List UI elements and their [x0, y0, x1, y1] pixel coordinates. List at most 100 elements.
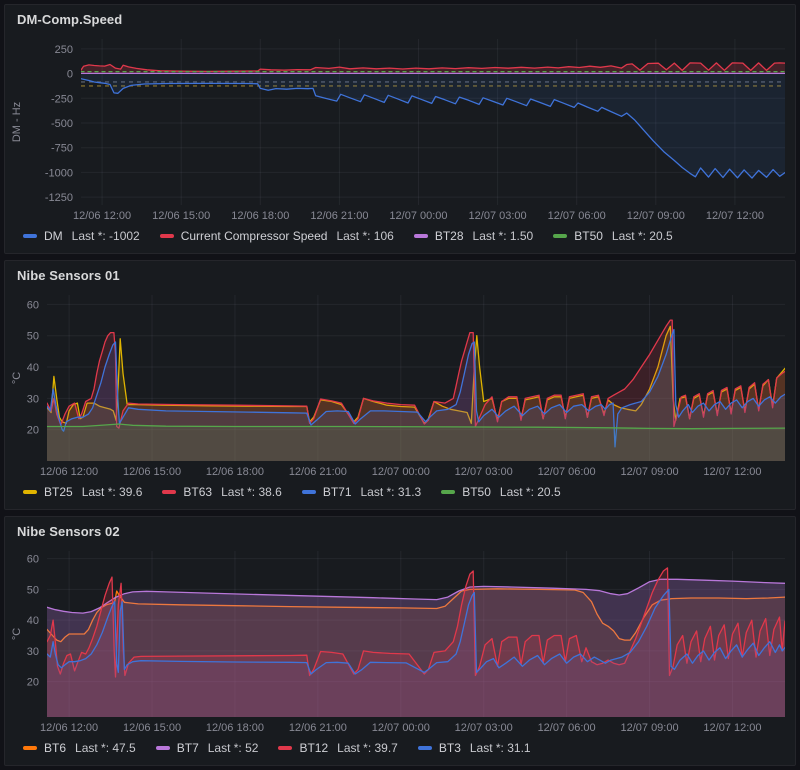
- panel-header: DM-Comp.Speed: [5, 5, 795, 33]
- y-tick-label: 40: [27, 362, 39, 374]
- y-tick-label: -250: [51, 93, 73, 105]
- x-tick-label: 12/06 18:00: [206, 722, 264, 734]
- panel-title[interactable]: Nibe Sensors 02: [17, 524, 120, 539]
- x-tick-label: 12/07 00:00: [372, 466, 430, 478]
- panel-header: Nibe Sensors 02: [5, 517, 795, 545]
- legend-item-bt25[interactable]: BT25 Last *: 39.6: [23, 485, 142, 499]
- legend-series-name: BT50: [574, 229, 603, 243]
- legend-series-value: Last *: 47.5: [75, 741, 136, 755]
- legend-series-swatch: [301, 490, 316, 494]
- y-tick-label: -750: [51, 143, 73, 155]
- dm-comp-speed-chart[interactable]: 250 0 -250 -500 -750 -1000 -125012/06 12:00 12/…: [9, 33, 791, 223]
- legend-item-bt71[interactable]: BT71 Last *: 31.3: [301, 485, 422, 499]
- y-axis-label: °C: [11, 372, 23, 384]
- legend-item-bt28[interactable]: BT28 Last *: 1.50: [413, 229, 534, 243]
- nibe-sensors-02-chart[interactable]: 60 50 40 30 20 12/06 12:00 12/06 15:00 12/06 18…: [9, 545, 791, 735]
- x-tick-label: 12/07 12:00: [706, 210, 764, 222]
- x-tick-label: 12/07 03:00: [469, 210, 527, 222]
- x-tick-label: 12/06 15:00: [123, 466, 181, 478]
- legend-series-value: Last *: 39.6: [81, 485, 143, 499]
- y-tick-label: 250: [55, 44, 73, 56]
- y-tick-label: 20: [27, 425, 39, 437]
- legend-series-name: BT63: [183, 485, 213, 499]
- x-tick-label: 12/07 09:00: [620, 466, 678, 478]
- legend-series-value: Last *: 38.6: [221, 485, 282, 499]
- legend-series-name: BT25: [44, 485, 73, 499]
- chart-area: 60 50 40 30 20 12/06 12:00 12/06 15:00 12/06 18…: [5, 289, 795, 479]
- y-tick-label: 50: [27, 584, 39, 596]
- panel-dm-comp-speed: DM-Comp.Speed 250 0 -250 -500 -750 -1000 -1250…: [4, 4, 796, 254]
- y-tick-label: 20: [27, 677, 39, 689]
- legend-item-bt50[interactable]: BT50 Last *: 20.5: [553, 229, 673, 243]
- legend-series-swatch: [553, 234, 568, 238]
- x-tick-label: 12/07 09:00: [627, 210, 685, 222]
- legend-series-value: Last *: 1.50: [472, 229, 534, 243]
- x-tick-label: 12/06 15:00: [152, 210, 210, 222]
- legend-series-name: BT7: [176, 741, 199, 755]
- legend-series-swatch: [441, 490, 456, 494]
- legend: BT25 Last *: 39.6 BT63 Last *: 38.6 BT71 Last…: [5, 479, 795, 509]
- legend-item-current-compressor-speed[interactable]: Current Compressor Speed Last *: 106: [159, 229, 394, 243]
- y-tick-label: 50: [27, 331, 39, 343]
- x-tick-label: 12/06 12:00: [73, 210, 131, 222]
- legend-series-name: BT6: [44, 741, 67, 755]
- y-axis-label: DM - Hz: [11, 102, 23, 142]
- y-tick-label: 30: [27, 393, 39, 405]
- x-tick-label: 12/06 12:00: [40, 466, 98, 478]
- x-tick-label: 12/06 21:00: [289, 466, 347, 478]
- y-tick-label: 60: [27, 554, 39, 566]
- x-tick-label: 12/07 06:00: [538, 722, 596, 734]
- legend-item-bt7[interactable]: BT7 Last *: 52: [155, 741, 258, 755]
- legend-series-swatch: [278, 746, 293, 750]
- x-tick-label: 12/06 18:00: [206, 466, 264, 478]
- legend-series-value: Last *: -1002: [71, 229, 140, 243]
- y-tick-label: -1250: [45, 192, 73, 204]
- legend-series-value: Last *: 31.1: [469, 741, 531, 755]
- x-tick-label: 12/07 12:00: [703, 722, 761, 734]
- y-tick-label: -1000: [45, 167, 73, 179]
- x-tick-label: 12/07 03:00: [455, 466, 513, 478]
- legend-series-name: BT12: [299, 741, 329, 755]
- legend-item-bt63[interactable]: BT63 Last *: 38.6: [162, 485, 282, 499]
- legend-series-value: Last *: 20.5: [611, 229, 673, 243]
- x-tick-label: 12/06 15:00: [123, 722, 181, 734]
- legend-series-value: Last *: 31.3: [360, 485, 422, 499]
- legend-series-swatch: [162, 490, 177, 494]
- legend-item-bt3[interactable]: BT3 Last *: 31.1: [417, 741, 531, 755]
- legend-series-value: Last *: 20.5: [499, 485, 561, 499]
- legend-series-name: BT50: [462, 485, 491, 499]
- x-tick-label: 12/07 00:00: [372, 722, 430, 734]
- panel-nibe-sensors-02: Nibe Sensors 02 60 50 40 30 20 12/06 12:00 12/…: [4, 516, 796, 766]
- legend-series-swatch: [417, 746, 432, 750]
- dashboard: DM-Comp.Speed 250 0 -250 -500 -750 -1000 -1250…: [0, 0, 800, 770]
- legend-item-bt12[interactable]: BT12 Last *: 39.7: [278, 741, 398, 755]
- panel-header: Nibe Sensors 01: [5, 261, 795, 289]
- chart-area: 60 50 40 30 20 12/06 12:00 12/06 15:00 12/06 18…: [5, 545, 795, 735]
- panel-title[interactable]: DM-Comp.Speed: [17, 12, 122, 27]
- legend-item-bt50[interactable]: BT50 Last *: 20.5: [441, 485, 561, 499]
- legend-item-dm[interactable]: DM Last *: -1002: [23, 229, 140, 243]
- x-tick-label: 12/07 09:00: [620, 722, 678, 734]
- x-tick-label: 12/07 06:00: [538, 466, 596, 478]
- panel-nibe-sensors-01: Nibe Sensors 01 60 50 40 30 20 12/06 12:00 12/…: [4, 260, 796, 510]
- legend-series-swatch: [413, 234, 428, 238]
- legend-series-value: Last *: 39.7: [337, 741, 398, 755]
- x-tick-label: 12/07 00:00: [389, 210, 447, 222]
- panel-title[interactable]: Nibe Sensors 01: [17, 268, 120, 283]
- nibe-sensors-01-chart[interactable]: 60 50 40 30 20 12/06 12:00 12/06 15:00 12/06 18…: [9, 289, 791, 479]
- x-tick-label: 12/06 12:00: [40, 722, 98, 734]
- legend-series-value: Last *: 106: [336, 229, 394, 243]
- legend-series-name: BT71: [322, 485, 352, 499]
- legend-series-swatch: [159, 234, 174, 238]
- legend: BT6 Last *: 47.5 BT7 Last *: 52 BT12 Last *: …: [5, 735, 795, 765]
- x-tick-label: 12/07 03:00: [455, 722, 513, 734]
- legend-series-swatch: [23, 490, 37, 494]
- legend-series-swatch: [23, 234, 37, 238]
- x-tick-label: 12/06 18:00: [231, 210, 289, 222]
- y-tick-label: -500: [51, 118, 73, 130]
- legend-series-name: BT3: [438, 741, 461, 755]
- legend-series-name: BT28: [434, 229, 464, 243]
- legend-item-bt6[interactable]: BT6 Last *: 47.5: [23, 741, 136, 755]
- y-tick-label: 0: [67, 69, 73, 81]
- legend-series-swatch: [155, 746, 170, 750]
